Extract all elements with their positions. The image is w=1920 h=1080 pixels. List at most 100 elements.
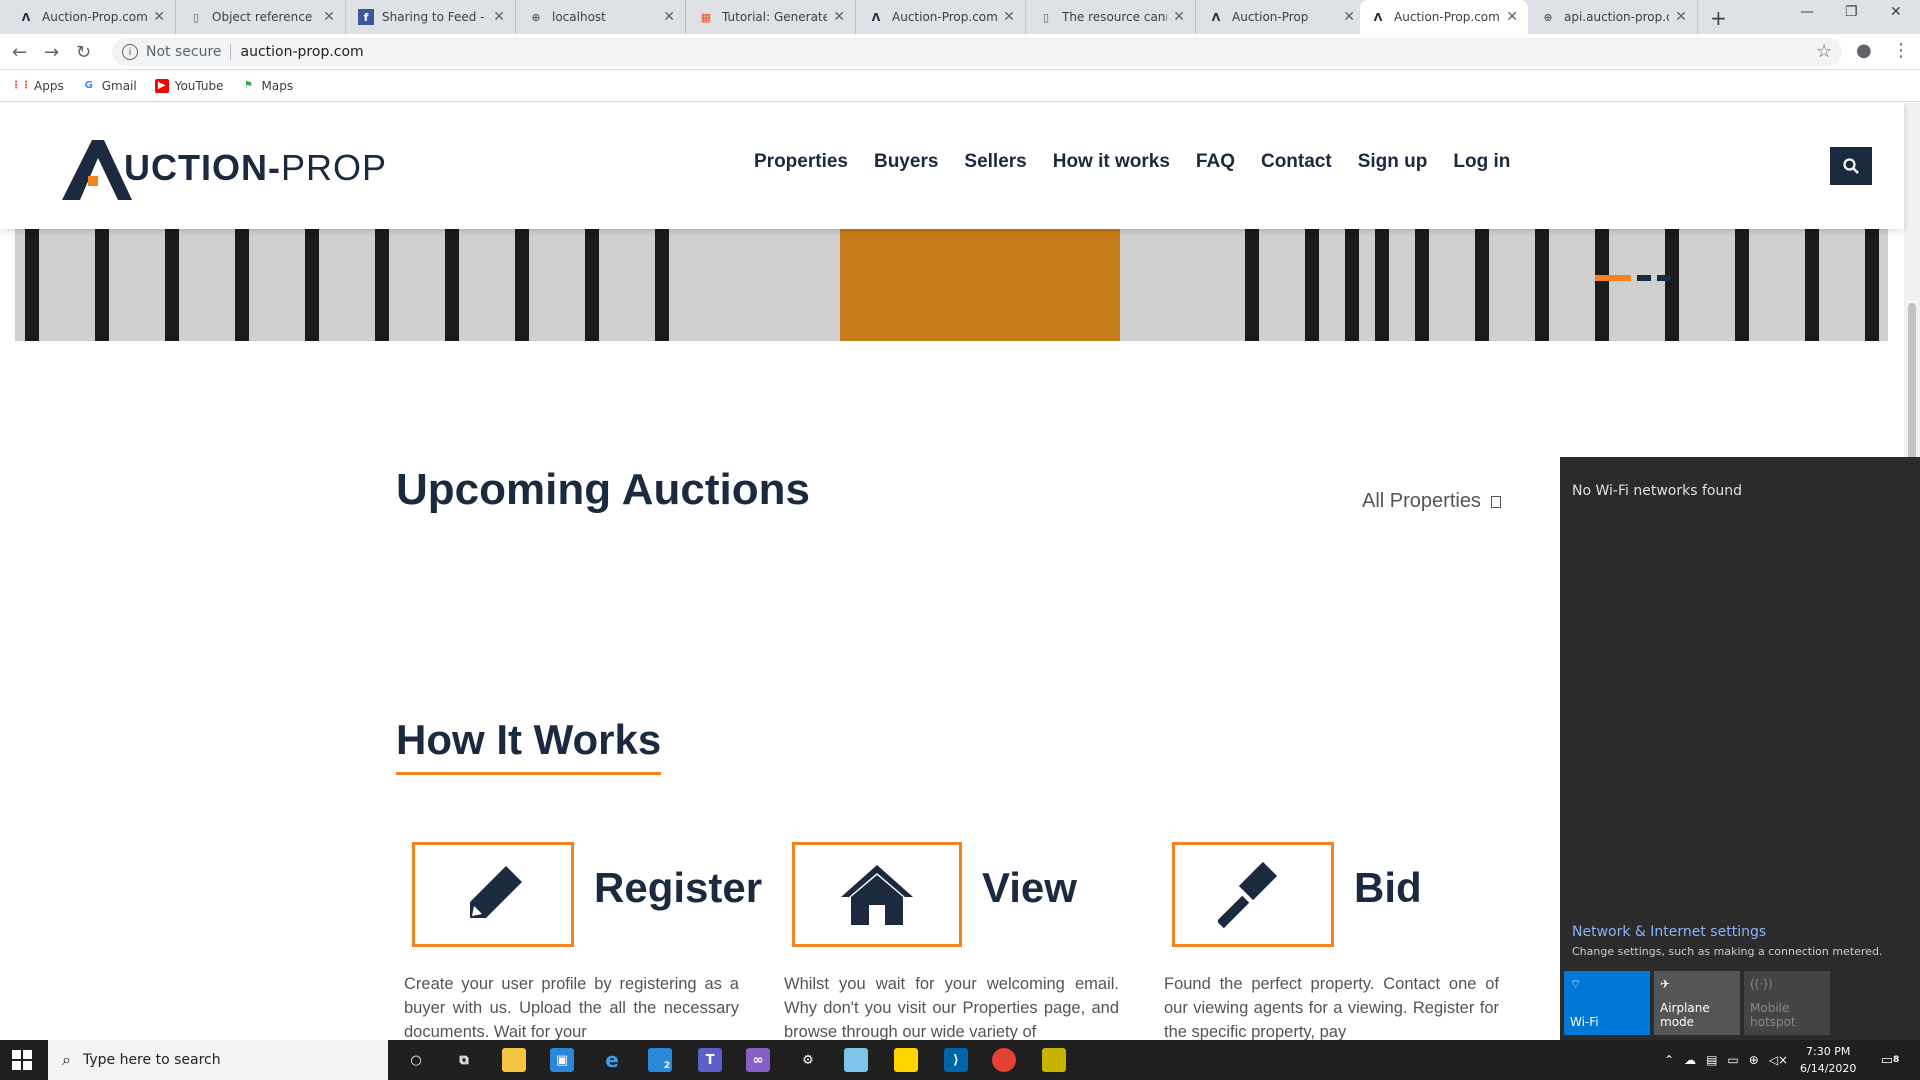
settings-gear-icon[interactable]: ⚙ (796, 1048, 820, 1072)
tab-close-icon[interactable]: ✕ (1003, 9, 1015, 25)
tab-close-icon[interactable]: ✕ (1506, 9, 1518, 25)
tab-title: api.auction-prop.co (1564, 10, 1670, 24)
nav-properties[interactable]: Properties (754, 151, 848, 173)
url-text[interactable]: auction-prop.com (241, 44, 364, 60)
tab-close-icon[interactable]: ✕ (153, 9, 165, 25)
profile-icon[interactable]: ● (1856, 40, 1872, 61)
browser-tab[interactable]: Λ Auction-Prop.com ✕ (858, 0, 1026, 34)
all-properties-link[interactable]: All Properties (1362, 490, 1501, 513)
paint-icon[interactable] (844, 1048, 868, 1072)
slider-dot[interactable] (1595, 275, 1631, 281)
upcoming-auctions-title: Upcoming Auctions (396, 465, 810, 514)
tab-close-icon[interactable]: ✕ (1343, 9, 1355, 25)
omnibox[interactable]: i Not secure auction-prop.com (112, 38, 1842, 66)
bookmark-youtube[interactable]: ▶ YouTube (154, 78, 224, 93)
chrome-icon[interactable] (992, 1048, 1016, 1072)
airplane-label: Airplane mode (1660, 1001, 1710, 1029)
edge-icon[interactable]: e (600, 1048, 624, 1072)
file-explorer-icon[interactable] (502, 1048, 526, 1072)
bookmark-label: Gmail (101, 78, 137, 93)
taskbar-search[interactable]: ⌕ Type here to search (48, 1040, 388, 1080)
railing-bar (1535, 229, 1549, 341)
teams-icon[interactable]: T (698, 1048, 722, 1072)
bookmark-gmail[interactable]: G Gmail (82, 79, 137, 93)
tab-close-icon[interactable]: ✕ (1675, 9, 1687, 25)
mail-icon[interactable]: 2 (648, 1048, 672, 1072)
tab-close-icon[interactable]: ✕ (323, 9, 335, 25)
chevron-up-icon[interactable]: ⌃ (1664, 1053, 1674, 1067)
browser-tab[interactable]: ⊕ localhost ✕ (518, 0, 686, 34)
clock-time: 7:30 PM (1806, 1045, 1851, 1058)
mobile-hotspot-toggle[interactable]: ((·)) Mobile hotspot (1744, 971, 1830, 1035)
bookmark-apps[interactable]: ⋮⋮ Apps (11, 79, 64, 93)
browser-tab[interactable]: Λ Auction-Prop.com ✕ (1360, 0, 1528, 34)
tab-title: The resource canno (1062, 10, 1167, 24)
battery-icon[interactable]: ▭ (1727, 1053, 1738, 1067)
wifi-toggle[interactable]: ⌔ Wi-Fi (1564, 971, 1650, 1035)
minimize-icon[interactable]: — (1800, 4, 1814, 20)
tab-title: Object reference no (212, 10, 317, 24)
nav-buyers[interactable]: Buyers (874, 151, 938, 173)
action-icon[interactable]: ▤ (1706, 1053, 1717, 1067)
task-view-icon[interactable]: ⧉ (452, 1048, 476, 1072)
wifi-label: Wi-Fi (1570, 1015, 1599, 1029)
tab-close-icon[interactable]: ✕ (663, 9, 675, 25)
all-properties-label: All Properties (1362, 490, 1481, 512)
slider-dots (1595, 275, 1671, 281)
browser-tab[interactable]: Λ Auction-Prop ✕ (1198, 0, 1366, 34)
nav-how-it-works[interactable]: How it works (1053, 151, 1170, 173)
slider-dot[interactable] (1637, 275, 1651, 281)
start-button[interactable] (12, 1050, 32, 1074)
wifi-status: No Wi-Fi networks found (1572, 483, 1743, 499)
browser-tab[interactable]: ▯ The resource canno ✕ (1028, 0, 1196, 34)
tab-close-icon[interactable]: ✕ (833, 9, 845, 25)
slider-dot[interactable] (1657, 275, 1671, 281)
forward-icon[interactable]: → (44, 42, 59, 63)
network-settings-link[interactable]: Network & Internet settings (1572, 924, 1766, 940)
globe-favicon: ⊕ (531, 10, 541, 24)
store-icon[interactable]: ▣ (550, 1048, 574, 1072)
vscode-icon[interactable]: ⟩ (944, 1048, 968, 1072)
search-button[interactable] (1830, 147, 1872, 185)
reload-icon[interactable]: ↻ (76, 42, 91, 63)
browser-tab[interactable]: f Sharing to Feed - Ir ✕ (348, 0, 516, 34)
bookmark-maps[interactable]: ⚑ Maps (242, 79, 293, 93)
tab-close-icon[interactable]: ✕ (1173, 9, 1185, 25)
star-bookmark-icon[interactable]: ☆ (1816, 41, 1832, 62)
nav-sign-up[interactable]: Sign up (1358, 151, 1428, 173)
nav-sellers[interactable]: Sellers (964, 151, 1026, 173)
omnibox-divider (229, 44, 231, 60)
visual-studio-icon[interactable]: ∞ (746, 1048, 770, 1072)
railing-bar (1375, 229, 1389, 341)
cortana-icon[interactable]: ○ (404, 1048, 428, 1072)
clock[interactable]: 7:30 PM 6/14/2020 (1800, 1043, 1856, 1077)
browser-tab[interactable]: ▦ Tutorial: Generate v ✕ (688, 0, 856, 34)
sticky-notes-icon[interactable] (894, 1048, 918, 1072)
volume-muted-icon[interactable]: ◁× (1769, 1053, 1788, 1067)
hotspot-icon: ((·)) (1750, 977, 1773, 991)
browser-tab[interactable]: ▯ Object reference no ✕ (178, 0, 346, 34)
airplane-mode-toggle[interactable]: ✈ Airplane mode (1654, 971, 1740, 1035)
tab-close-icon[interactable]: ✕ (493, 9, 505, 25)
onedrive-icon[interactable]: ☁ (1684, 1053, 1696, 1067)
close-window-icon[interactable]: ✕ (1890, 4, 1902, 20)
app-icon[interactable] (1042, 1048, 1066, 1072)
site-logo[interactable]: UCTION-PROP (62, 133, 387, 203)
tab-title: Auction-Prop (1232, 10, 1309, 24)
browser-tab[interactable]: ⊕ api.auction-prop.co ✕ (1530, 0, 1698, 34)
back-icon[interactable]: ← (12, 42, 27, 63)
logo-main: UCTION- (124, 147, 281, 188)
nav-contact[interactable]: Contact (1261, 151, 1332, 173)
menu-icon[interactable]: ⋮ (1892, 40, 1910, 61)
nav-faq[interactable]: FAQ (1196, 151, 1235, 173)
new-tab-button[interactable]: + (1710, 6, 1727, 30)
info-icon[interactable]: i (122, 44, 138, 60)
tab-title: localhost (552, 10, 606, 24)
tab-title: Auction-Prop.com (892, 10, 998, 24)
browser-tab[interactable]: Λ Auction-Prop.com ✕ (8, 0, 176, 34)
network-globe-icon[interactable]: ⊕ (1749, 1053, 1759, 1067)
network-flyout: No Wi-Fi networks found Network & Intern… (1560, 457, 1920, 1040)
restore-icon[interactable]: ❐ (1845, 4, 1858, 20)
nav-log-in[interactable]: Log in (1453, 151, 1510, 173)
notification-center-icon[interactable]: ▭ 8 (1878, 1048, 1902, 1072)
